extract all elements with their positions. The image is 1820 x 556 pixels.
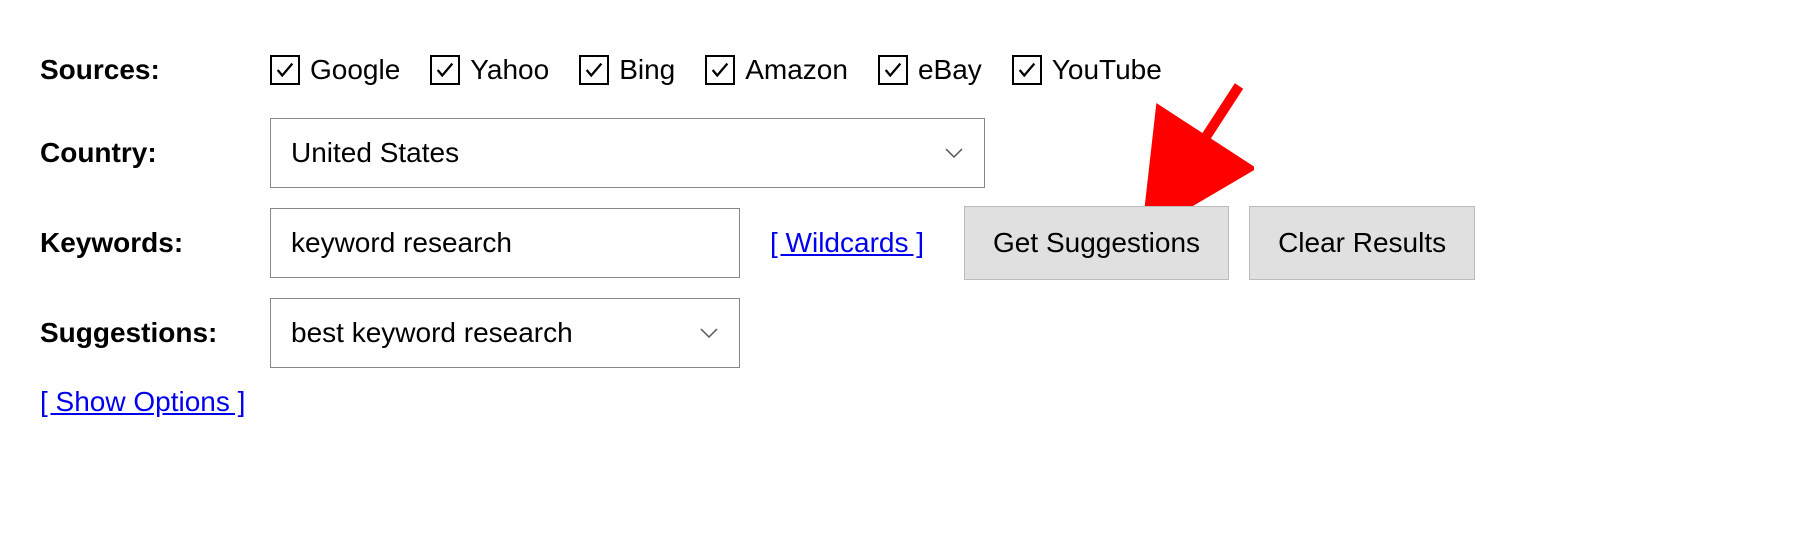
- suggestions-selected-value: best keyword research: [291, 317, 573, 349]
- source-youtube-checkbox[interactable]: YouTube: [1012, 54, 1162, 86]
- keywords-row: Keywords: [ Wildcards ] Get Suggestions …: [40, 206, 1780, 280]
- sources-row: Sources: Google Yahoo Bing Amazon: [40, 40, 1780, 100]
- source-yahoo-label: Yahoo: [470, 54, 549, 86]
- get-suggestions-label: Get Suggestions: [993, 227, 1200, 259]
- checkbox-icon: [270, 55, 300, 85]
- source-ebay-label: eBay: [918, 54, 982, 86]
- chevron-down-icon: [944, 147, 964, 159]
- checkbox-icon: [878, 55, 908, 85]
- checkbox-icon: [430, 55, 460, 85]
- checkbox-icon: [579, 55, 609, 85]
- keywords-input[interactable]: [270, 208, 740, 278]
- country-select[interactable]: United States: [270, 118, 985, 188]
- source-ebay-checkbox[interactable]: eBay: [878, 54, 982, 86]
- suggestions-select[interactable]: best keyword research: [270, 298, 740, 368]
- source-google-label: Google: [310, 54, 400, 86]
- clear-results-label: Clear Results: [1278, 227, 1446, 259]
- source-google-checkbox[interactable]: Google: [270, 54, 400, 86]
- country-row: Country: United States: [40, 118, 1780, 188]
- source-bing-checkbox[interactable]: Bing: [579, 54, 675, 86]
- show-options-link[interactable]: [ Show Options ]: [40, 386, 245, 417]
- country-label: Country:: [40, 137, 270, 169]
- chevron-down-icon: [699, 327, 719, 339]
- checkbox-icon: [705, 55, 735, 85]
- country-selected-value: United States: [291, 137, 459, 169]
- checkbox-icon: [1012, 55, 1042, 85]
- sources-label: Sources:: [40, 54, 270, 86]
- suggestions-row: Suggestions: best keyword research: [40, 298, 1780, 368]
- suggestions-label: Suggestions:: [40, 317, 270, 349]
- wildcards-link[interactable]: [ Wildcards ]: [770, 227, 924, 259]
- sources-checkbox-group: Google Yahoo Bing Amazon eBay: [270, 54, 1162, 86]
- show-options-row: [ Show Options ]: [40, 386, 1780, 418]
- get-suggestions-button[interactable]: Get Suggestions: [964, 206, 1229, 280]
- action-buttons: Get Suggestions Clear Results: [964, 206, 1475, 280]
- keywords-label: Keywords:: [40, 227, 270, 259]
- source-yahoo-checkbox[interactable]: Yahoo: [430, 54, 549, 86]
- source-amazon-label: Amazon: [745, 54, 848, 86]
- source-youtube-label: YouTube: [1052, 54, 1162, 86]
- clear-results-button[interactable]: Clear Results: [1249, 206, 1475, 280]
- source-amazon-checkbox[interactable]: Amazon: [705, 54, 848, 86]
- source-bing-label: Bing: [619, 54, 675, 86]
